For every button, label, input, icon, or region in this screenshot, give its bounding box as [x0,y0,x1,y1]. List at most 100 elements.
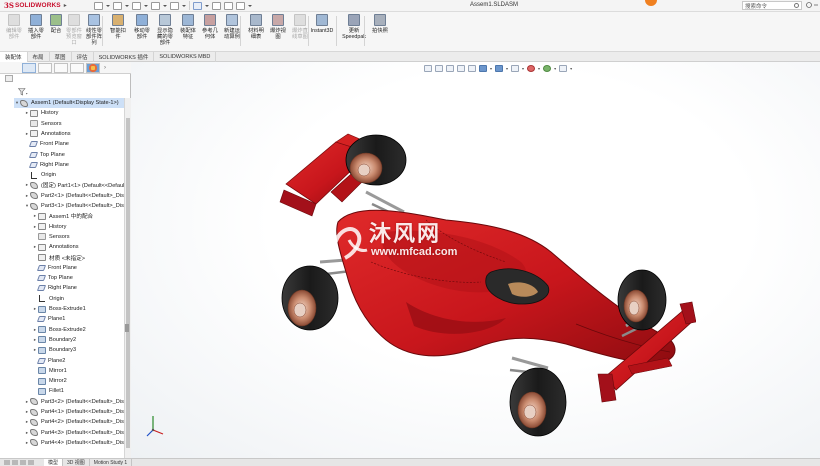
expand-arrow-icon[interactable]: ▸ [24,191,30,201]
rebuild-icon[interactable] [212,1,221,10]
expand-arrow-icon[interactable]: ▸ [24,438,30,448]
open-dropdown-icon[interactable] [125,2,129,10]
expand-arrow-icon[interactable]: ▸ [24,417,30,427]
feature-tree-item[interactable]: Front Plane [32,263,77,273]
select-dropdown-icon[interactable] [205,2,209,10]
feature-tree-item[interactable]: ▾ Assem1 (Default<Display State-1>) [14,98,124,108]
new-dropdown-icon[interactable] [106,2,110,10]
ribbon-button-11[interactable]: 材料明细表 [246,14,266,40]
feature-tree-item[interactable]: ▸ History [24,108,58,118]
search-icon[interactable] [794,3,799,8]
expand-arrow-icon[interactable]: ▸ [24,428,30,438]
feature-tree-item[interactable]: Plane1 [32,314,65,324]
ribbon-button-1[interactable]: 插入零部件 [26,14,46,40]
command-tab[interactable]: SOLIDWORKS MBD [154,52,217,62]
file-properties-icon[interactable] [224,1,233,10]
graphics-area[interactable]: ▾ ▾ ▾ ▾ ▾ ▾ 沐风网 www.mfcad.com [131,62,820,458]
expand-arrow-icon[interactable]: ▸ [24,397,30,407]
feature-tree-item[interactable]: ▸ Part3<2> (Default<<Default>_Display Sta… [24,397,124,407]
ribbon-button-6[interactable]: 移动零部件 [132,14,152,40]
feature-tree-item[interactable]: Top Plane [24,150,65,160]
hide-show-items-icon[interactable] [511,65,520,72]
feature-tree-scrollbar[interactable] [124,98,131,458]
feature-tree-item[interactable]: ▸ Annotations [32,242,79,252]
feature-tree-item[interactable]: Sensors [32,232,70,242]
options-dropdown-icon[interactable] [248,2,252,10]
feature-tree-item[interactable]: ▸ Part2<1> (Default<<Default>_Display Sta… [24,191,124,201]
view-orientation-icon[interactable] [479,65,487,72]
undo-icon[interactable] [170,1,179,10]
feature-tree-item[interactable]: 材质 <未指定> [32,253,85,263]
feature-tree-item[interactable]: ▸ Part4<2> (Default<<Default>_Display Sta… [24,417,124,427]
previous-view-icon[interactable] [446,65,454,72]
search-commands-input[interactable]: 搜索命令 [742,1,802,10]
options-gear-icon[interactable] [236,1,245,10]
scrollbar-thumb[interactable] [126,118,130,448]
panel-splitter-handle[interactable] [125,324,129,332]
undo-dropdown-icon[interactable] [182,2,186,10]
ribbon-button-13[interactable]: 爆炸直线草图 [290,14,310,40]
feature-tree-item[interactable]: ▸ Boss-Extrude2 [32,325,86,335]
feature-tree-item[interactable]: Right Plane [24,160,69,170]
feature-tree-item[interactable]: ▸ Part4<4> (Default<<Default>_Display Sta… [24,438,124,448]
new-document-icon[interactable] [94,1,103,10]
ribbon-button-7[interactable]: 显示隐藏的零部件 [155,14,175,46]
collapse-arrow-icon[interactable]: ▾ [14,98,20,108]
view-orientation-dropdown-icon[interactable]: ▾ [490,66,492,71]
panel-pin-icon[interactable] [5,75,13,82]
view-settings-dropdown-icon[interactable]: ▾ [570,66,572,71]
window-controls-icon[interactable] [813,2,819,8]
expand-arrow-icon[interactable]: ▸ [24,407,30,417]
save-dropdown-icon[interactable] [144,2,148,10]
display-style-icon[interactable] [495,65,504,72]
select-cursor-icon[interactable] [193,1,202,10]
ribbon-button-3[interactable]: 零部件预览窗口 [64,14,84,46]
dynamic-annotation-icon[interactable] [468,65,476,72]
print-icon[interactable] [151,1,160,10]
ribbon-button-4[interactable]: 线性零部件阵列 [84,14,104,46]
feature-tree-item[interactable]: Fillet1 [32,386,64,396]
feature-tree-item[interactable]: Mirror2 [32,376,67,386]
feature-tree-item[interactable]: Origin [24,170,56,180]
tab-navigation-arrows[interactable] [0,459,44,466]
feature-tree-item[interactable]: ▸ (固定) Part1<1> (Default<<Default>_Displa… [24,180,124,190]
feature-tree-item[interactable]: ▸ Annotations [24,129,71,139]
section-view-icon[interactable] [457,65,465,72]
configuration-manager-tab-icon[interactable] [54,62,68,73]
command-tab[interactable]: 装配体 [0,52,28,62]
ribbon-button-8[interactable]: 装配体特征 [178,14,198,40]
ribbon-button-12[interactable]: 爆炸视图 [268,14,288,40]
ribbon-button-10[interactable]: 新建运动算例 [222,14,242,40]
ribbon-button-5[interactable]: 智能扣件 [108,14,128,40]
zoom-to-fit-icon[interactable] [424,65,432,72]
feature-tree-item[interactable]: ▸ History [32,222,66,232]
tabs-overflow-arrow-icon[interactable]: › [104,65,106,71]
display-manager-tab-icon[interactable] [86,62,100,73]
command-tab[interactable]: 布局 [28,52,50,62]
view-settings-icon[interactable] [559,65,568,72]
bottom-tab[interactable]: 3D 视图 [63,458,90,466]
zoom-to-area-icon[interactable] [435,65,443,72]
open-document-icon[interactable] [113,1,122,10]
feature-tree-item[interactable]: Front Plane [24,139,69,149]
feature-tree-item[interactable]: Origin [32,294,64,304]
apply-scene-icon[interactable] [543,65,552,72]
ribbon-button-9[interactable]: 参考几何体 [200,14,220,40]
ribbon-button-2[interactable]: 配合 [46,14,66,34]
edit-appearance-dropdown-icon[interactable]: ▾ [538,66,540,71]
filter-funnel-icon[interactable] [18,88,28,96]
ribbon-button-15[interactable]: 更新Speedpak [342,14,366,40]
feature-tree-item[interactable]: ▸ Boundary2 [32,335,76,345]
bottom-tab[interactable]: Motion Study 1 [90,458,133,466]
feature-manager-tab-icon[interactable] [22,62,36,73]
last-tab-arrow-icon[interactable] [28,460,34,465]
expand-arrow-icon[interactable]: ▸ [24,180,30,190]
command-tab[interactable]: 评估 [72,52,94,62]
notification-indicator[interactable] [645,0,657,6]
feature-tree-item[interactable]: Sensors [24,119,62,129]
help-question-icon[interactable] [806,2,812,8]
feature-tree-item[interactable]: ▸ Part4<1> (Default<<Default>_Display Sta… [24,407,124,417]
ribbon-button-16[interactable]: 拍快照 [370,14,390,34]
command-tab[interactable]: SOLIDWORKS 插件 [94,52,155,62]
feature-tree-item[interactable]: Plane2 [32,356,65,366]
